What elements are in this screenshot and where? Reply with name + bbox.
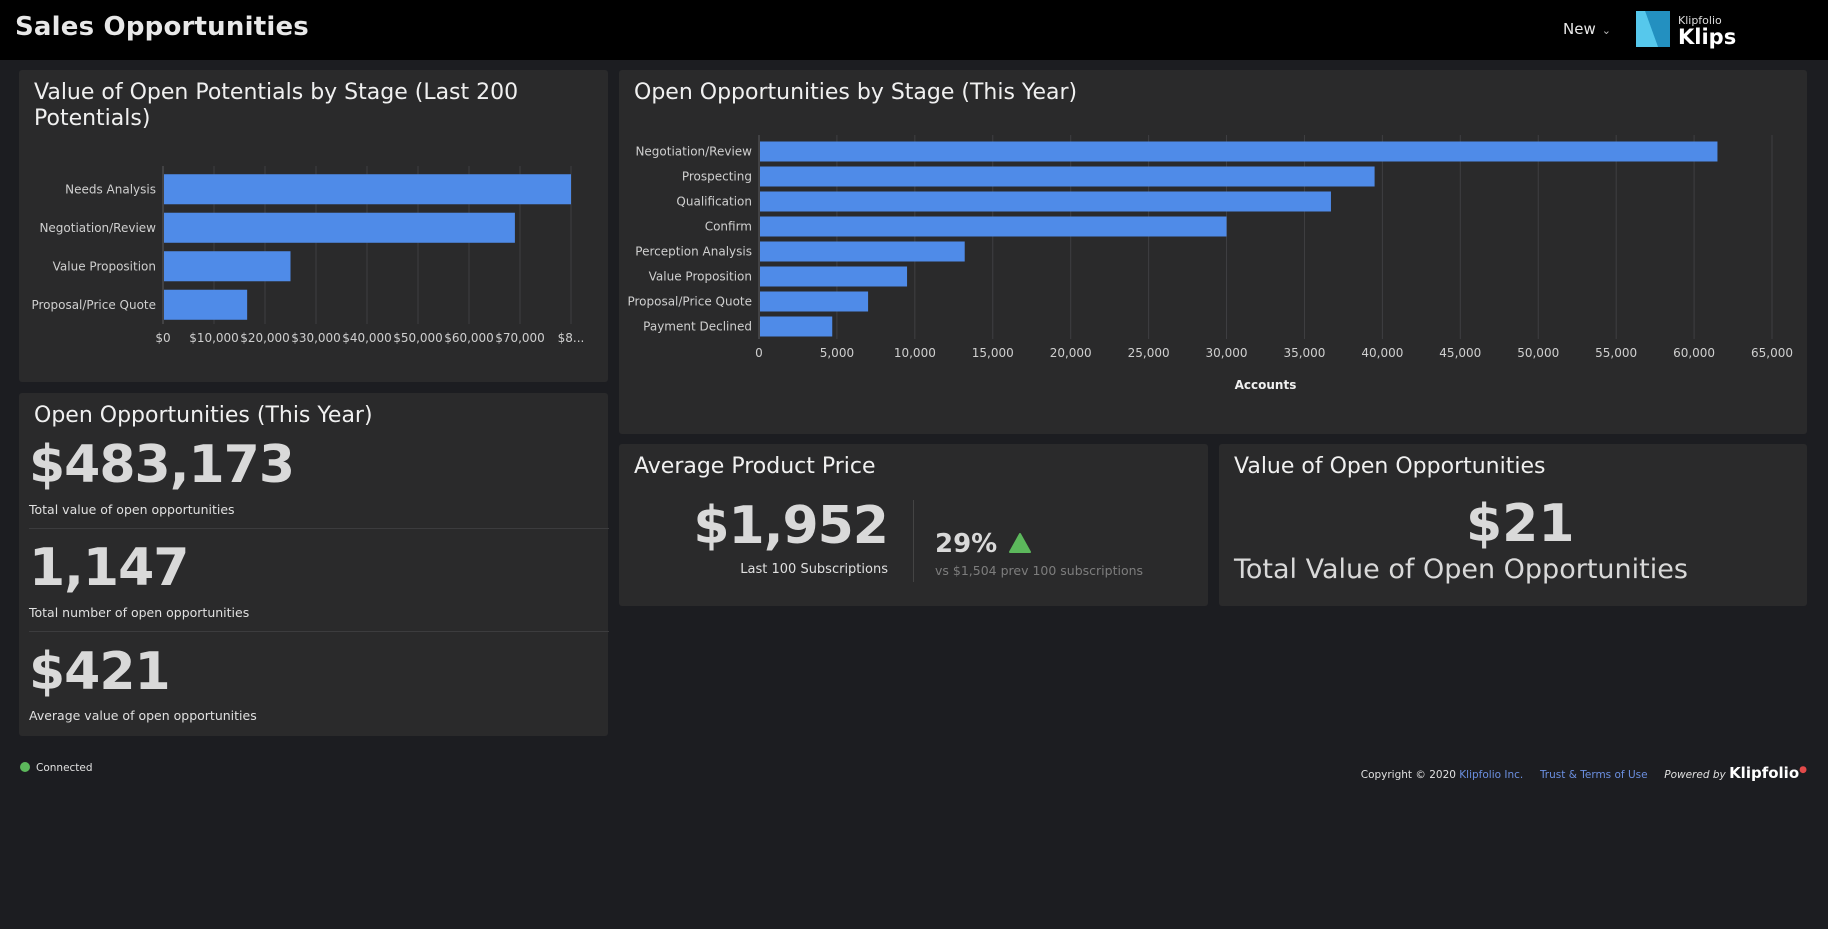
metric-total-value: $483,173	[29, 435, 295, 495]
bar[interactable]	[760, 316, 833, 337]
avg-price-sub-label: Last 100 Subscriptions	[740, 562, 888, 577]
x-tick-label: 60,000	[1673, 346, 1715, 360]
x-tick-label: $70,000	[495, 331, 545, 345]
page-title: Sales Opportunities	[15, 12, 309, 42]
category-label: Negotiation/Review	[39, 221, 156, 235]
category-label: Proposal/Price Quote	[627, 295, 752, 309]
footer-links: Copyright © 2020 Klipfolio Inc. Trust & …	[1361, 764, 1807, 782]
x-tick-label: $20,000	[240, 331, 290, 345]
bar[interactable]	[164, 212, 515, 243]
avg-price-card-title: Average Product Price	[634, 454, 876, 479]
opps-stage-bar-chart: 0 5,000 10,000 15,000 20,000 25,000 30,000 35,0…	[627, 135, 1793, 392]
value-open-label: Total Value of Open Opportunities	[1234, 554, 1688, 585]
x-tick-label: 45,000	[1439, 346, 1481, 360]
x-tick-label: $30,000	[291, 331, 341, 345]
bar[interactable]	[164, 174, 571, 205]
x-tick-label: 55,000	[1595, 346, 1637, 360]
potentials-chart-card: Value of Open Potentials by Stage (Last …	[19, 70, 608, 382]
potentials-bar-chart: $0 $10,000 $20,000 $30,000 $40,000 $50,000 $60…	[31, 166, 585, 345]
connection-status: Connected	[20, 762, 93, 774]
copyright-text: Copyright © 2020	[1360, 769, 1456, 781]
metric-total-value-label: Total value of open opportunities	[29, 502, 235, 517]
bar[interactable]	[760, 191, 1331, 212]
company-link[interactable]: Klipfolio Inc.	[1459, 769, 1523, 781]
category-label: Value Proposition	[53, 259, 156, 273]
connection-status-text: Connected	[36, 762, 93, 774]
top-bar: Sales Opportunities New ⌄ Klipfolio Klips	[0, 0, 1828, 60]
avg-price-separator	[913, 500, 914, 582]
category-label: Value Proposition	[649, 270, 752, 284]
metric-total-count-label: Total number of open opportunities	[29, 605, 250, 620]
value-open-card-title: Value of Open Opportunities	[1234, 454, 1546, 479]
category-label: Negotiation/Review	[635, 145, 752, 159]
open-opps-metrics-card: Open Opportunities (This Year) $483,173 …	[19, 393, 609, 736]
bar[interactable]	[164, 251, 291, 282]
value-open-amount: $21	[1466, 494, 1575, 554]
x-tick-label: 5,000	[820, 346, 854, 360]
category-label: Confirm	[705, 220, 752, 234]
category-label: Payment Declined	[643, 320, 752, 334]
value-open-opps-card: Value of Open Opportunities $21 Total Va…	[1219, 444, 1807, 606]
category-label: Prospecting	[682, 170, 752, 184]
logo-dot-icon: ●	[1799, 765, 1807, 775]
x-tick-label: 30,000	[1206, 346, 1248, 360]
avg-price-change-value: 29%	[935, 529, 998, 559]
x-tick-label: $40,000	[342, 331, 392, 345]
status-dot-icon	[20, 762, 30, 772]
x-tick-label: 0	[755, 346, 763, 360]
powered-by-text: Powered by	[1664, 769, 1726, 781]
x-tick-label: 50,000	[1517, 346, 1559, 360]
x-tick-label: 65,000	[1751, 346, 1793, 360]
klipfolio-footer-logo[interactable]: Klipfolio	[1729, 764, 1799, 782]
avg-price-compare: vs $1,504 prev 100 subscriptions	[935, 563, 1144, 578]
klips-logo[interactable]: Klipfolio Klips	[1636, 11, 1736, 51]
bar[interactable]	[760, 141, 1718, 162]
x-tick-label: 40,000	[1361, 346, 1403, 360]
bar[interactable]	[760, 241, 965, 262]
open-opps-card-title: Open Opportunities (This Year)	[34, 403, 373, 428]
x-tick-label: $60,000	[444, 331, 494, 345]
bar[interactable]	[760, 166, 1375, 187]
x-tick-label: $50,000	[393, 331, 443, 345]
metric-divider	[29, 631, 609, 632]
avg-price-value: $1,952	[693, 496, 889, 556]
category-label: Proposal/Price Quote	[31, 298, 156, 312]
category-label: Needs Analysis	[65, 182, 156, 196]
category-label: Perception Analysis	[635, 245, 752, 259]
new-menu-label: New	[1563, 20, 1596, 38]
new-menu-button[interactable]: New ⌄	[1563, 20, 1611, 38]
x-tick-label: 25,000	[1128, 346, 1170, 360]
x-tick-label: $8...	[558, 331, 585, 345]
terms-link[interactable]: Trust & Terms of Use	[1540, 769, 1648, 781]
klipfolio-logo-icon	[1636, 11, 1670, 47]
brand-large-text: Klips	[1678, 25, 1737, 49]
x-tick-label: 10,000	[894, 346, 936, 360]
x-axis-title: Accounts	[1235, 378, 1297, 392]
x-tick-label: $0	[155, 331, 170, 345]
category-label: Qualification	[676, 195, 752, 209]
metric-total-count: 1,147	[29, 538, 189, 598]
metric-divider	[29, 528, 609, 529]
chevron-down-icon: ⌄	[1601, 24, 1611, 37]
x-tick-label: $10,000	[189, 331, 239, 345]
avg-product-price-card: Average Product Price $1,952 Last 100 Su…	[619, 444, 1208, 606]
bar[interactable]	[164, 289, 248, 320]
x-tick-label: 20,000	[1050, 346, 1092, 360]
bar[interactable]	[760, 216, 1227, 237]
bar[interactable]	[760, 266, 908, 287]
bar[interactable]	[760, 291, 869, 312]
triangle-up-icon	[1009, 533, 1032, 553]
opps-stage-chart-card: Open Opportunities by Stage (This Year) …	[619, 70, 1807, 434]
metric-average-value-label: Average value of open opportunities	[29, 708, 257, 723]
metric-average-value: $421	[29, 642, 171, 702]
avg-price-change: 29%	[935, 529, 1032, 559]
x-tick-label: 15,000	[972, 346, 1014, 360]
x-tick-label: 35,000	[1283, 346, 1325, 360]
